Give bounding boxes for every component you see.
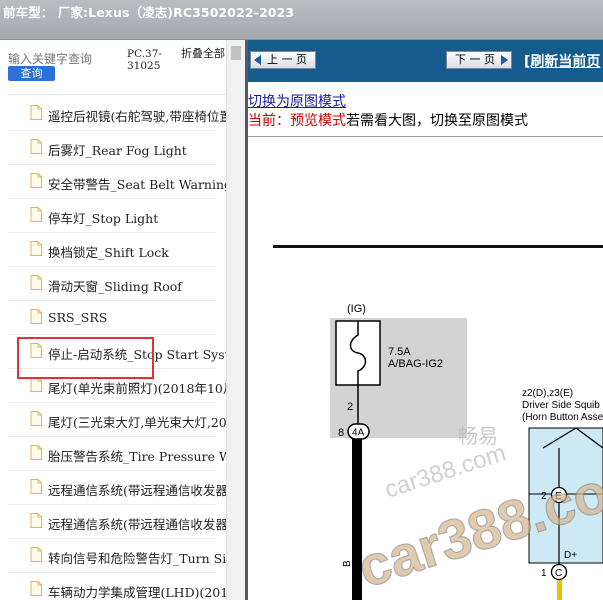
document-icon <box>30 513 42 528</box>
tree-item-divider <box>8 572 216 573</box>
document-icon <box>30 479 42 494</box>
tree-item-label: 换档锁定_Shift Lock <box>48 245 169 260</box>
search-button[interactable]: 查询 <box>8 66 55 81</box>
mode-name: 预览模式 <box>290 113 346 129</box>
tree-item-divider <box>8 538 216 539</box>
next-page-label: 下 一 页 <box>455 53 495 66</box>
search-area: 查询 PC.37-31025 折叠全部 <box>0 40 245 96</box>
tree-item-label: 远程通信系统(带远程通信收发器 <box>48 517 226 532</box>
yellow-wire <box>557 580 562 600</box>
tree-item-label: 远程通信系统(带远程通信收发器 <box>48 483 226 498</box>
tree-item-label: 胎压警告系统_Tire Pressure Warning <box>48 449 226 464</box>
tree-item[interactable]: 换档锁定_Shift Lock <box>0 234 226 268</box>
document-icon <box>30 377 42 392</box>
tree-item-divider <box>8 470 216 471</box>
document-icon <box>30 207 42 222</box>
fuse-name: A/BAG-IG2 <box>388 358 443 370</box>
component-name: Driver Side Squib <box>522 400 600 411</box>
tree-item[interactable]: 转向信号和危险警告灯_Turn Signal <box>0 540 226 574</box>
black-wire <box>352 439 362 600</box>
document-icon <box>30 173 42 188</box>
mode-hint: 若需看大图，切换至原图模式 <box>346 113 528 129</box>
tree-item-divider <box>8 164 216 165</box>
app-header: 前车型： 厂家:Lexus（凌志)RC3502022-2023 <box>0 0 603 40</box>
tree-item-divider <box>8 402 216 403</box>
wiring-diagram: (IG) 7.5A A/BAG-IG2 2 4A 8 B z2(D),z3(E)… <box>273 245 603 600</box>
tree-item-label: SRS_SRS <box>48 310 108 325</box>
diagram-top-line <box>273 245 603 248</box>
tree-item[interactable]: 遥控后视镜(右舵驾驶,带座椅位置记忆) <box>0 98 226 132</box>
viewer-navbar: 上 一 页 下 一 页 [刷新当前页 <box>248 40 603 82</box>
tree-item-label: 尾灯(单光束前照灯)(2018年10月 <box>48 381 226 396</box>
tree-item-divider <box>8 334 216 335</box>
tree-item[interactable]: SRS_SRS <box>0 302 226 336</box>
refresh-page-link[interactable]: [刷新当前页 <box>524 51 600 71</box>
left-scrollbar[interactable] <box>226 40 245 600</box>
tree-item-divider <box>8 300 216 301</box>
ig-label: (IG) <box>347 303 366 315</box>
tree-item[interactable]: 安全带警告_Seat Belt Warning <box>0 166 226 200</box>
viewer-panel: 上 一 页 下 一 页 [刷新当前页 切换为原图模式 当前：预览模式若需看大图，… <box>248 40 603 600</box>
fold-all-button[interactable]: 折叠全部 <box>181 48 225 60</box>
tree-item[interactable]: 胎压警告系统_Tire Pressure Warning <box>0 438 226 472</box>
document-icon <box>30 275 42 290</box>
tree-item[interactable]: 远程通信系统(带远程通信收发器 <box>0 472 226 506</box>
tree-item-divider <box>8 266 216 267</box>
viewer-rule <box>248 136 603 137</box>
prev-page-button[interactable]: 上 一 页 <box>250 51 316 69</box>
tree-item-label: 遥控后视镜(右舵驾驶,带座椅位置记忆) <box>48 109 226 124</box>
document-icon <box>30 581 42 596</box>
next-page-button[interactable]: 下 一 页 <box>446 51 512 69</box>
document-icon <box>30 547 42 562</box>
tree-item-label: 尾灯(三光束大灯,单光束大灯,20 <box>48 415 226 430</box>
pin-c-number: 1 <box>541 568 547 579</box>
highlight-box <box>17 337 154 379</box>
mode-status: 当前：预览模式若需看大图，切换至原图模式 <box>248 110 528 130</box>
wire-color-label: B <box>342 560 353 567</box>
scrollbar-thumb[interactable] <box>231 46 241 60</box>
pc-code-label: PC.37-31025 <box>127 48 162 72</box>
document-icon <box>30 309 42 324</box>
fuse-rating: 7.5A <box>388 346 411 358</box>
tree-item[interactable]: 远程通信系统(带远程通信收发器 <box>0 506 226 540</box>
document-icon <box>30 139 42 154</box>
tree-item-divider <box>8 232 216 233</box>
left-panel: 查询 PC.37-31025 折叠全部 遥控后视镜(右舵驾驶,带座椅位置记忆) 后… <box>0 40 245 600</box>
arrow-left-icon <box>254 55 261 65</box>
tree-item-label: 转向信号和危险警告灯_Turn Signal <box>48 551 226 566</box>
tree-item-label: 车辆动力学集成管理(LHD)(2017 <box>48 585 226 600</box>
tree-item-label: 停车灯_Stop Light <box>48 211 159 226</box>
tree-item-label: 后雾灯_Rear Fog Light <box>48 143 187 158</box>
pin-c-label: C <box>555 568 562 579</box>
tree-item-divider <box>8 504 216 505</box>
tree-item[interactable]: 停车灯_Stop Light <box>0 200 226 234</box>
tree-item[interactable]: 滑动天窗_Sliding Roof <box>0 268 226 302</box>
document-icon <box>30 445 42 460</box>
vehicle-title: 前车型： 厂家:Lexus（凌志)RC3502022-2023 <box>3 5 295 20</box>
tree-item[interactable]: 后雾灯_Rear Fog Light <box>0 132 226 166</box>
prev-page-label: 上 一 页 <box>267 53 307 66</box>
component-subname: (Horn Button Assembly) <box>522 412 603 423</box>
tree-item[interactable]: 尾灯(三光束大灯,单光束大灯,20 <box>0 404 226 438</box>
switch-original-link[interactable]: 切换为原图模式 <box>248 91 346 111</box>
document-icon <box>30 411 42 426</box>
tree-item-divider <box>8 436 216 437</box>
connector-4a-label: 4A <box>352 428 365 439</box>
tree-item-divider <box>8 130 216 131</box>
watermark-brand: 畅易 <box>458 425 498 448</box>
pin-2-label: 2 <box>347 401 353 413</box>
mode-prefix: 当前： <box>248 113 290 129</box>
document-icon <box>30 241 42 256</box>
connector-ref: z2(D),z3(E) <box>522 388 573 399</box>
d-plus-label: D+ <box>564 550 577 561</box>
document-icon <box>30 105 42 120</box>
arrow-right-icon <box>501 55 508 65</box>
tree-item[interactable]: 车辆动力学集成管理(LHD)(2017 <box>0 574 226 600</box>
search-separator <box>8 94 226 95</box>
tree-item-label: 滑动天窗_Sliding Roof <box>48 279 182 294</box>
pin-8-label: 8 <box>338 427 344 439</box>
tree-item-label: 安全带警告_Seat Belt Warning <box>48 177 226 192</box>
tree-item-divider <box>8 198 216 199</box>
